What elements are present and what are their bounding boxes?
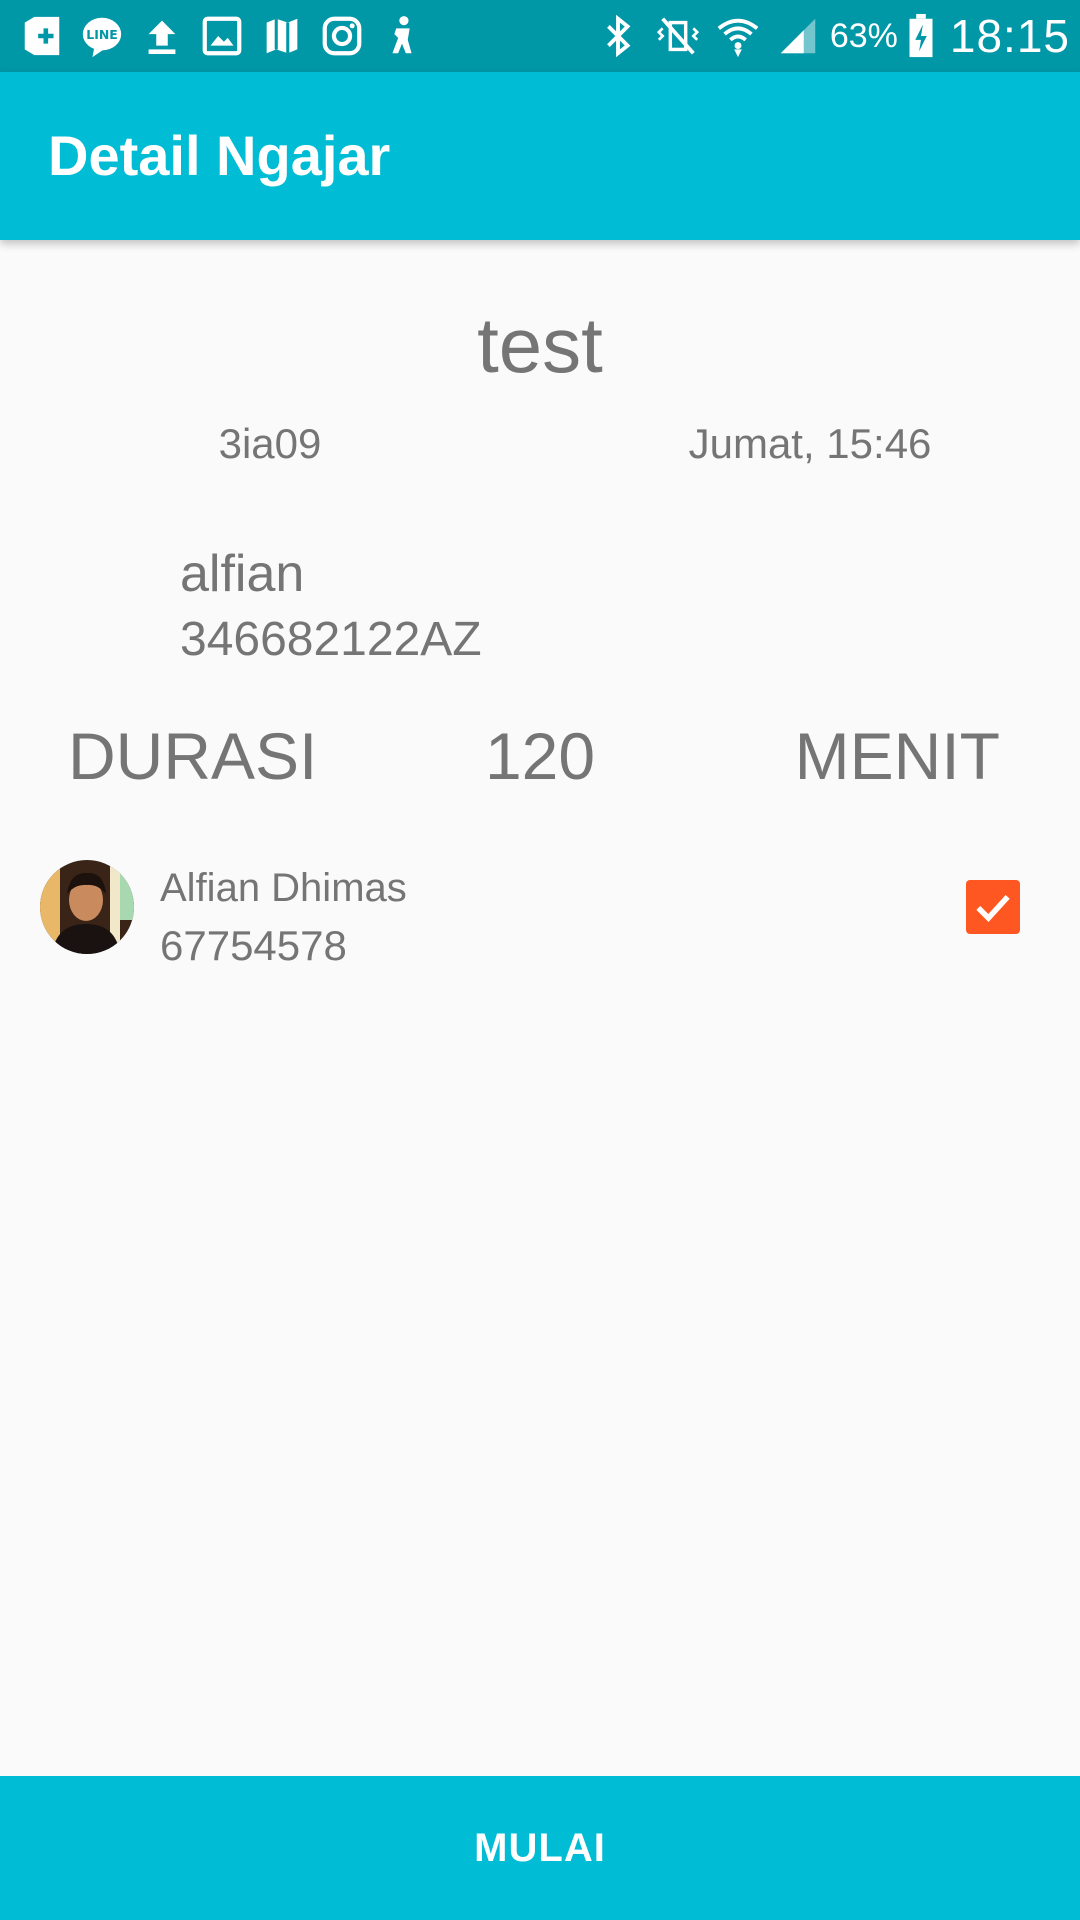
image-icon [192, 0, 252, 72]
accessibility-icon [372, 0, 432, 72]
vibrate-off-icon [648, 0, 708, 72]
line-icon: LINE [72, 0, 132, 72]
attendance-checkbox[interactable] [966, 880, 1020, 934]
upload-icon [132, 0, 192, 72]
system-icons: 63% 18:15 [588, 0, 1070, 72]
page-title: Detail Ngajar [48, 124, 391, 187]
schedule: Jumat, 15:46 [688, 420, 932, 467]
start-button[interactable]: MULAI [0, 1776, 1080, 1920]
course-title: test [477, 301, 603, 389]
add-box-icon [12, 0, 72, 72]
student-list-item[interactable]: Alfian Dhimas 67754578 [0, 838, 1080, 978]
instagram-icon [312, 0, 372, 72]
app-bar: Detail Ngajar [0, 72, 1080, 240]
wifi-icon [708, 0, 768, 72]
screen: LINE 63% 18:15 Detail Ngajar test 3ia09 … [0, 0, 1080, 1920]
battery-charging-icon [904, 0, 938, 72]
duration-unit: MENIT [794, 719, 1000, 793]
lecturer-name: alfian [180, 545, 305, 603]
signal-icon [768, 0, 828, 72]
notification-icons: LINE [12, 0, 432, 72]
student-name: Alfian Dhimas [160, 866, 407, 910]
status-bar: LINE 63% 18:15 [0, 0, 1080, 72]
svg-text:LINE: LINE [86, 27, 117, 42]
student-id: 67754578 [160, 922, 347, 969]
battery-percent: 63% [829, 16, 898, 55]
bluetooth-icon [588, 0, 648, 72]
clock: 18:15 [949, 10, 1070, 62]
map-icon [252, 0, 312, 72]
class-code: 3ia09 [218, 420, 322, 467]
lecturer-id: 346682122AZ [180, 613, 482, 666]
avatar [40, 860, 134, 954]
check-icon [976, 895, 1010, 922]
